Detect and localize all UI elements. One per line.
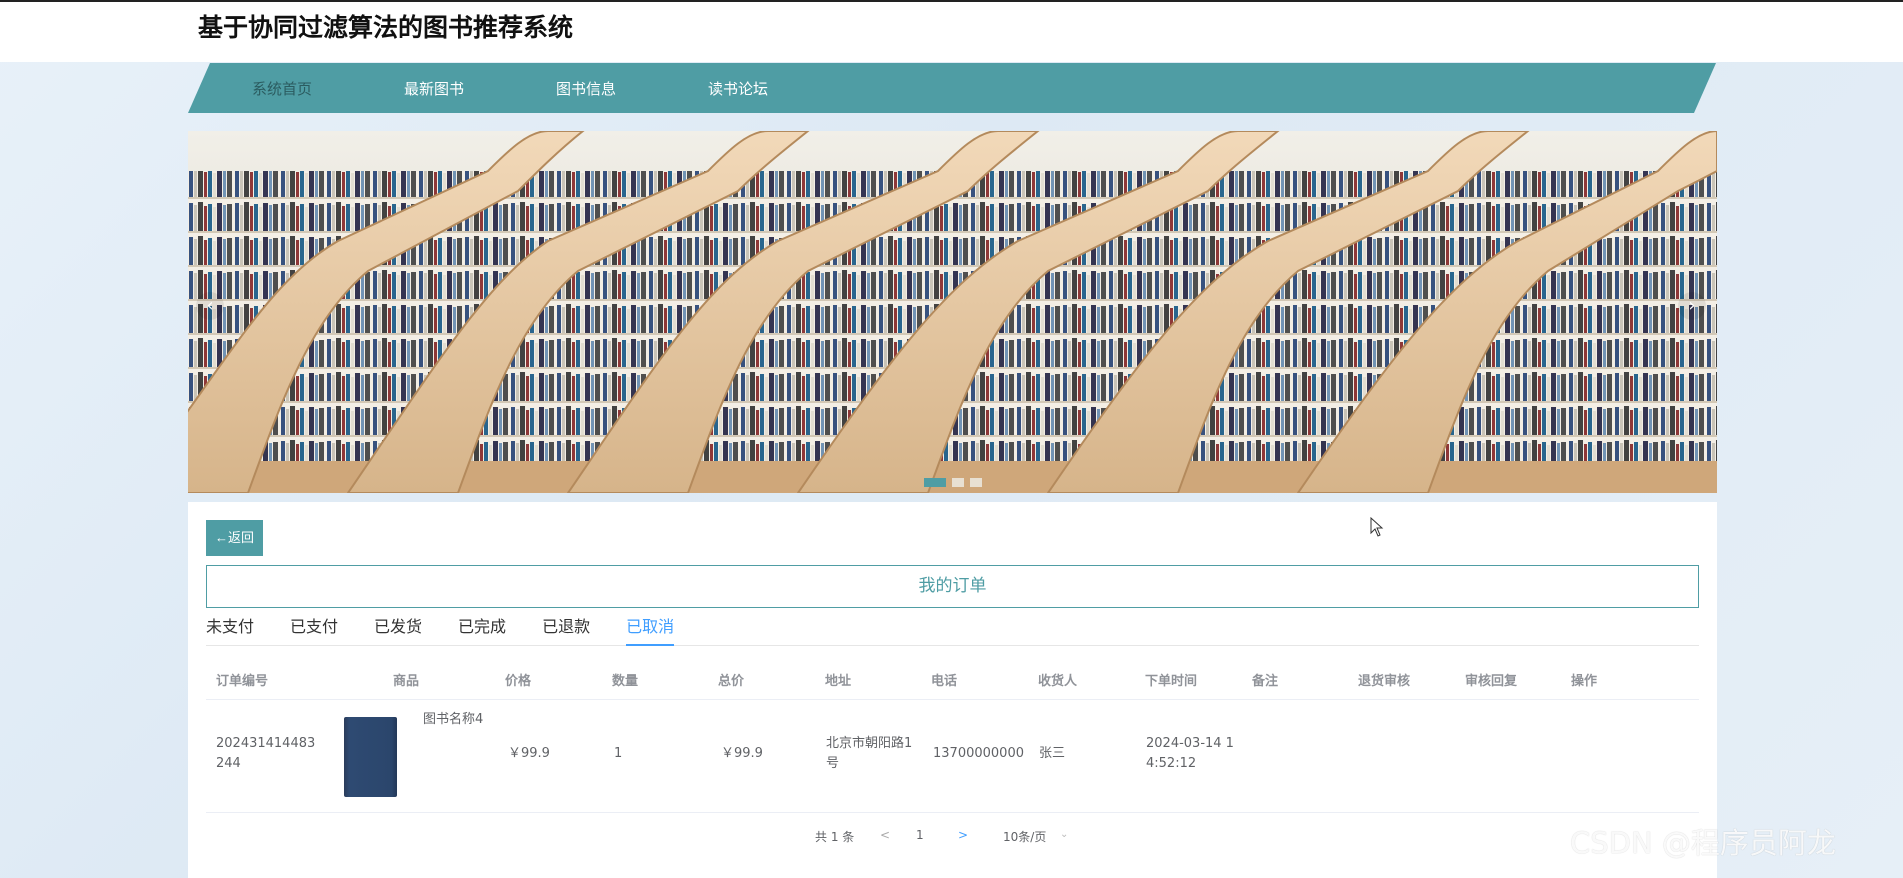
back-button[interactable]: ←返回	[206, 520, 263, 556]
pagination: 共 1 条 < 1 > 10条/页 ⌄	[188, 824, 1717, 848]
pagination-page-1[interactable]: 1	[916, 828, 924, 842]
tab-shipped[interactable]: 已发货	[374, 616, 422, 646]
pagination-next-button[interactable]: >	[958, 828, 968, 842]
table-row: 202431414483244 图书名称4 ￥99.9 1 ￥99.9 北京市朝…	[206, 700, 1699, 813]
col-total: 总价	[718, 674, 745, 689]
banner-dot-3[interactable]	[970, 478, 982, 487]
tab-completed[interactable]: 已完成	[458, 616, 506, 646]
book-cover-image	[344, 717, 397, 797]
pagination-prev-button[interactable]: <	[880, 828, 890, 842]
page-size-select[interactable]: 10条/页	[1003, 828, 1046, 845]
address: 北京市朝阳路1号	[826, 736, 913, 771]
main-nav: 系统首页 最新图书 图书信息 读书论坛	[188, 63, 1716, 113]
col-address: 地址	[825, 674, 852, 689]
tab-cancelled[interactable]: 已取消	[626, 616, 675, 646]
price: ￥99.9	[508, 746, 550, 761]
total-price: ￥99.9	[721, 746, 763, 761]
col-phone: 电话	[931, 674, 958, 689]
orders-panel: ←返回 我的订单 未支付 已支付 已发货 已完成 已退款 已取消 订单编号 商品…	[188, 502, 1717, 878]
nav-item-reading-forum[interactable]: 读书论坛	[708, 78, 860, 99]
col-order-no: 订单编号	[216, 674, 269, 689]
col-return-review: 退货审核	[1358, 674, 1411, 689]
col-price: 价格	[505, 674, 532, 689]
nav-item-home[interactable]: 系统首页	[252, 78, 404, 99]
chevron-down-icon[interactable]: ⌄	[1060, 829, 1068, 840]
tab-refunded[interactable]: 已退款	[542, 616, 590, 646]
banner-dot-2[interactable]	[952, 478, 964, 487]
col-product: 商品	[393, 674, 420, 689]
library-banner-image	[188, 131, 1717, 493]
top-header: 基于协同过滤算法的图书推荐系统	[0, 0, 1903, 62]
quantity: 1	[614, 746, 623, 761]
nav-item-book-info[interactable]: 图书信息	[556, 78, 708, 99]
col-quantity: 数量	[612, 674, 639, 689]
col-actions: 操作	[1571, 674, 1598, 689]
watermark: CSDN @程序员阿龙	[1570, 826, 1836, 860]
col-receiver: 收货人	[1038, 674, 1078, 689]
table-header: 订单编号 商品 价格 数量 总价 地址 电话 收货人 下单时间 备注 退货审核 …	[206, 662, 1699, 700]
site-title: 基于协同过滤算法的图书推荐系统	[198, 13, 574, 42]
nav-item-latest-books[interactable]: 最新图书	[404, 78, 556, 99]
banner-dot-1[interactable]	[924, 478, 946, 487]
banner-next-arrow[interactable]: ›	[1678, 292, 1706, 320]
orders-title: 我的订单	[206, 565, 1699, 608]
banner-carousel: ‹ ›	[188, 131, 1717, 493]
banner-prev-arrow[interactable]: ‹	[196, 292, 224, 320]
col-remark: 备注	[1252, 674, 1279, 689]
order-status-tabs: 未支付 已支付 已发货 已完成 已退款 已取消	[206, 616, 1699, 646]
product-name: 图书名称4	[423, 712, 484, 727]
pagination-total: 共 1 条	[815, 830, 855, 844]
col-order-time: 下单时间	[1145, 674, 1198, 689]
phone: 13700000000	[933, 746, 1024, 761]
mouse-cursor-icon	[1370, 517, 1384, 537]
banner-indicators	[924, 478, 982, 487]
tab-paid[interactable]: 已支付	[290, 616, 338, 646]
col-review-reply: 审核回复	[1465, 674, 1518, 689]
receiver: 张三	[1039, 746, 1066, 761]
tab-unpaid[interactable]: 未支付	[206, 616, 254, 646]
order-no: 202431414483244	[216, 736, 316, 771]
order-time: 2024-03-14 14:52:12	[1146, 736, 1234, 771]
